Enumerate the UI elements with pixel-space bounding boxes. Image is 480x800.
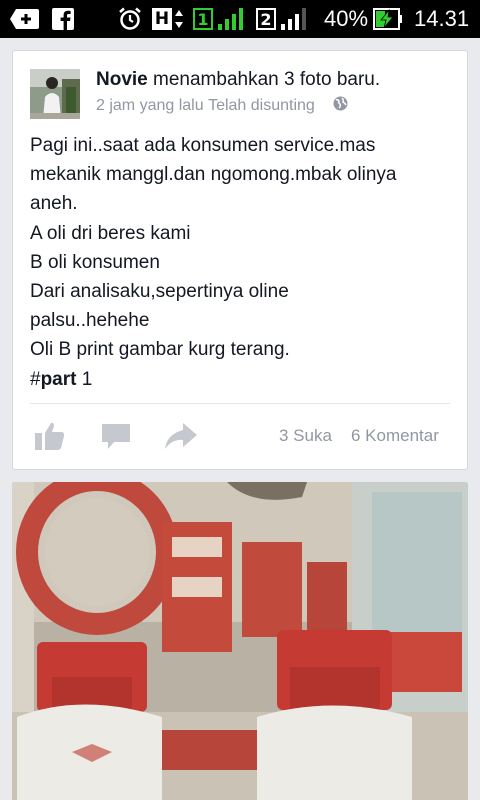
- like-icon[interactable]: [33, 420, 67, 457]
- post-line: B oli konsumen: [30, 251, 160, 273]
- post-photo[interactable]: [12, 482, 468, 800]
- facebook-icon: [52, 0, 74, 38]
- post-header: Novie menambahkan 3 foto baru.: [96, 69, 380, 91]
- hashtag-line: #part 1: [30, 365, 460, 394]
- like-count[interactable]: 3 Suka: [279, 426, 332, 446]
- battery-charging-icon: [373, 0, 403, 38]
- post-card: Novie menambahkan 3 foto baru. 2 jam yan…: [12, 50, 468, 470]
- post-line: mekanik manggl.dan ngomong.mbak olinya: [30, 164, 397, 186]
- post-line: palsu..hehehe: [30, 310, 150, 332]
- sim2-signal-icon: 2: [256, 0, 308, 38]
- globe-icon: [333, 96, 348, 116]
- share-icon[interactable]: [163, 420, 199, 457]
- add-icon: [10, 0, 40, 38]
- hashtag-suffix: 1: [76, 368, 93, 390]
- sim1-label: 1: [193, 8, 213, 30]
- battery-percent: 40%: [324, 6, 369, 31]
- comment-count[interactable]: 6 Komentar: [351, 426, 439, 446]
- post-text: Pagi ini..saat ada konsumen service.mas …: [30, 131, 460, 394]
- status-bar: H 1 2 40% 14.31: [0, 0, 480, 38]
- post-line: Dari analisaku,sepertinya oline: [30, 281, 289, 303]
- hashtag-word: part: [40, 368, 77, 390]
- hashtag-symbol: #: [30, 368, 41, 390]
- post-line: Pagi ini..saat ada konsumen service.mas: [30, 135, 376, 156]
- post-line: A oli dri beres kami: [30, 222, 191, 244]
- network-type-label: H: [152, 8, 172, 30]
- hspa-icon: H: [152, 0, 184, 38]
- sim2-label: 2: [256, 8, 276, 30]
- clock: 14.31: [414, 6, 470, 31]
- post-meta: 2 jam yang lalu Telah disunting: [96, 96, 348, 116]
- sim1-signal-icon: 1: [193, 0, 245, 38]
- alarm-icon: [118, 0, 142, 38]
- post-line: Oli B print gambar kurg terang.: [30, 339, 290, 361]
- edited-label[interactable]: Telah disunting: [208, 97, 315, 115]
- post-line: aneh.: [30, 193, 78, 215]
- author-name[interactable]: Novie: [96, 69, 148, 90]
- post-action-text: menambahkan 3 foto baru.: [153, 69, 381, 90]
- action-bar: 3 Suka 6 Komentar: [13, 404, 469, 470]
- avatar[interactable]: [30, 69, 80, 119]
- timestamp[interactable]: 2 jam yang lalu: [96, 97, 204, 115]
- comment-icon[interactable]: [100, 420, 132, 457]
- hashtag-link[interactable]: #part: [30, 369, 76, 390]
